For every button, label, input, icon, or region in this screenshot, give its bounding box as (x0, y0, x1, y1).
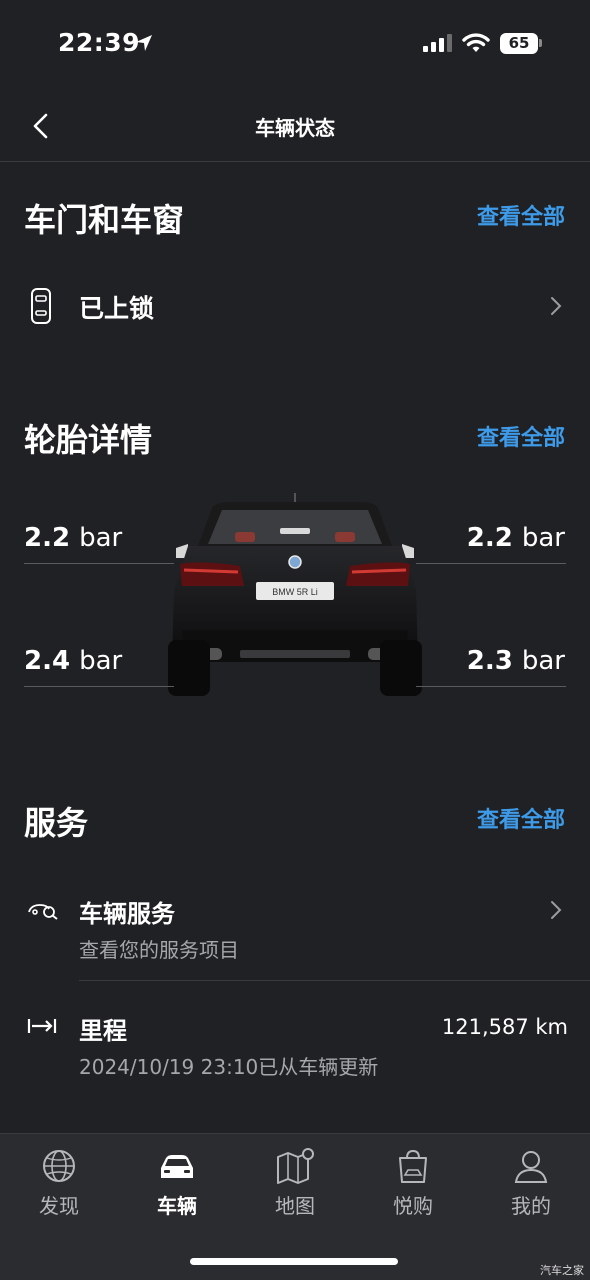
shopping-bag-icon (399, 1149, 427, 1183)
tab-discover[interactable]: 发现 (0, 1148, 118, 1228)
tab-vehicle-label: 车辆 (157, 1194, 197, 1218)
tire-front-left-pressure: 2.2 bar (24, 523, 123, 553)
tab-shop[interactable]: 悦购 (354, 1148, 472, 1228)
tab-discover-label: 发现 (39, 1194, 79, 1218)
chevron-right-icon (551, 901, 562, 919)
tab-map[interactable]: 地图 (236, 1148, 354, 1228)
services-view-all-link[interactable]: 查看全部 (477, 802, 565, 834)
car-icon (161, 1155, 193, 1178)
status-bar: 22:39 65 (0, 0, 590, 90)
page-title: 车辆状态 (255, 116, 335, 140)
vehicle-service-title: 车辆服务 (79, 900, 175, 928)
plate-text: BMW 5R Li (272, 587, 318, 597)
services-title: 服务 (24, 804, 89, 842)
tire-rear-left-pressure: 2.4 bar (24, 646, 123, 676)
tab-profile-label: 我的 (511, 1194, 551, 1218)
nav-header: 车辆状态 (0, 90, 590, 162)
wifi-icon (462, 33, 490, 52)
tire-rear-left-line (24, 686, 174, 687)
tab-map-label: 地图 (275, 1194, 315, 1218)
location-arrow-icon (136, 35, 152, 51)
status-time: 22:39 (58, 28, 141, 57)
tab-vehicle[interactable]: 车辆 (118, 1148, 236, 1228)
map-icon (277, 1148, 314, 1184)
tire-rear-right-line (416, 686, 566, 687)
tire-details-title: 轮胎详情 (24, 421, 153, 459)
user-icon (514, 1151, 548, 1183)
globe-icon (43, 1150, 75, 1182)
doors-lock-status-row[interactable]: 已上锁 (0, 278, 590, 334)
vehicle-service-subtitle: 查看您的服务项目 (79, 938, 239, 962)
tire-front-left-line (24, 563, 174, 564)
service-search-icon (28, 904, 58, 920)
mileage-title: 里程 (79, 1017, 127, 1045)
vehicle-service-row[interactable]: 车辆服务 查看您的服务项目 (0, 888, 590, 981)
doors-windows-title: 车门和车窗 (24, 201, 185, 239)
mileage-icon (27, 1019, 57, 1033)
tab-profile[interactable]: 我的 (472, 1148, 590, 1228)
battery-indicator: 65 (500, 33, 538, 54)
home-indicator (190, 1258, 398, 1265)
watermark: 汽车之家 (540, 1264, 584, 1277)
mileage-value: 121,587 km (441, 1015, 568, 1039)
chevron-right-icon (551, 297, 562, 315)
tire-details-view-all-link[interactable]: 查看全部 (477, 420, 565, 452)
mileage-updated-time: 2024/10/19 23:10已从车辆更新 (79, 1055, 379, 1079)
doors-lock-status: 已上锁 (79, 294, 155, 323)
car-rear-image: BMW 5R Li (168, 493, 422, 696)
mileage-row: 里程 121,587 km 2024/10/19 23:10已从车辆更新 (0, 1005, 590, 1095)
tire-front-right-pressure: 2.2 bar (466, 523, 565, 553)
tire-rear-right-pressure: 2.3 bar (466, 646, 565, 676)
tire-front-right-line (416, 563, 566, 564)
battery-tip (539, 39, 542, 47)
car-top-view-icon (31, 288, 51, 324)
cellular-signal-icon (423, 34, 452, 52)
row-divider (79, 980, 590, 981)
tire-pressure-panel: BMW 5R Li 2.2 bar 2.2 bar 2.4 bar 2.3 ba… (0, 490, 590, 710)
doors-windows-view-all-link[interactable]: 查看全部 (477, 199, 565, 231)
tab-shop-label: 悦购 (393, 1194, 433, 1218)
